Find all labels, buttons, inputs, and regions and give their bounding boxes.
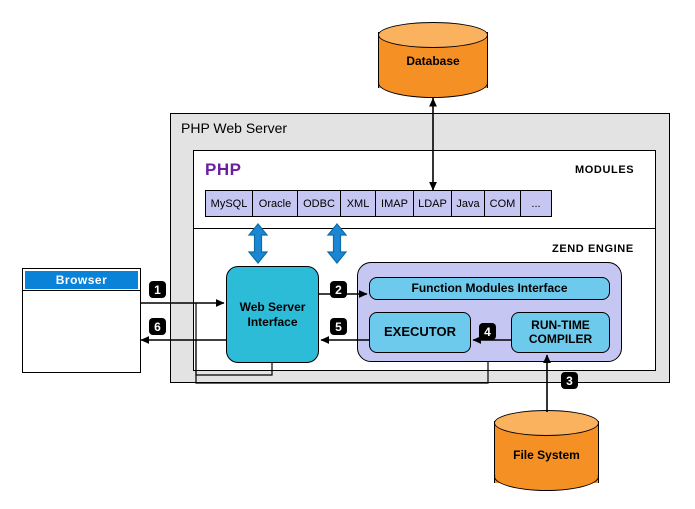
database-cylinder: Database [378,22,488,98]
database-label: Database [406,54,460,68]
function-modules-interface-box: Function Modules Interface [369,277,610,300]
file-system-cylinder-top [494,410,599,436]
module-cell-mysql: MySQL [206,191,253,216]
step-badge-6: 6 [149,318,166,335]
modules-section-label: MODULES [575,164,635,176]
diagram-canvas: PHP Web Server PHP MODULES ZEND ENGINE M… [0,0,695,509]
web-server-interface-box: Web Server Interface [226,266,319,363]
module-cell-oracle: Oracle [253,191,298,216]
module-cell-imap: IMAP [376,191,414,216]
step-badge-4: 4 [479,323,496,340]
step-badge-5: 5 [330,318,347,335]
module-cell-com: COM [485,191,521,216]
php-title: PHP [205,160,242,179]
file-system-cylinder: File System [494,410,599,493]
step-badge-2: 2 [330,281,347,298]
module-cell-: ... [521,191,551,216]
php-zend-divider [193,228,656,229]
browser-titlebar: Browser [25,271,138,289]
php-web-server-label: PHP Web Server [181,120,288,136]
module-cell-odbc: ODBC [298,191,341,216]
zend-engine-section-label: ZEND ENGINE [552,243,634,255]
module-cell-ldap: LDAP [414,191,452,216]
modules-strip: MySQL Oracle ODBC XML IMAP LDAP Java COM... [205,190,552,217]
module-cell-xml: XML [341,191,376,216]
database-cylinder-top [378,22,488,48]
module-cell-java: Java [452,191,485,216]
step-badge-3: 3 [561,372,578,389]
file-system-label: File System [513,448,580,462]
step-badge-1: 1 [149,281,166,298]
runtime-compiler-box: RUN-TIME COMPILER [511,312,610,353]
executor-box: EXECUTOR [369,312,471,353]
browser-titlebar-divider [22,290,141,291]
